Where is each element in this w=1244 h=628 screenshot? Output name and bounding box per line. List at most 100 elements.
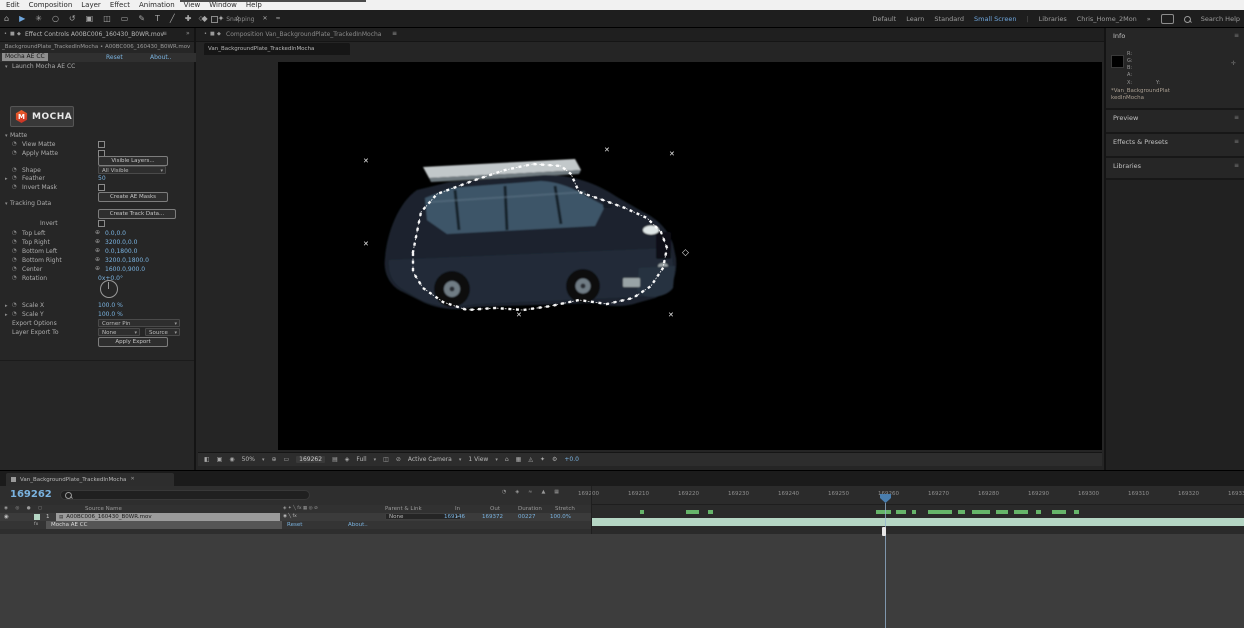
track-corner-marker[interactable]: ✕: [516, 312, 522, 319]
anchor-diamond-marker[interactable]: ◇: [682, 249, 689, 258]
top-right-value[interactable]: 3200.0,0.0: [105, 239, 137, 246]
stopwatch-icon[interactable]: ◔: [12, 175, 17, 181]
top-left-value[interactable]: 0.0,0.0: [105, 230, 126, 237]
eye-icon[interactable]: ◉: [4, 514, 9, 520]
center-value[interactable]: 1600.0,900.0: [105, 266, 145, 273]
graph-editor-icon[interactable]: ▦: [554, 490, 559, 495]
launch-mocha-button[interactable]: M MOCHA: [10, 106, 74, 127]
settings-gear-icon[interactable]: ⚙: [552, 457, 557, 463]
effect-name-cell[interactable]: Mocha AE CC: [46, 521, 282, 529]
roi-icon[interactable]: ⊕: [271, 457, 276, 463]
stopwatch-icon[interactable]: ◔: [12, 275, 17, 281]
menu-effect[interactable]: Effect: [110, 1, 130, 9]
view-matte-checkbox[interactable]: [98, 141, 105, 148]
bottom-right-value[interactable]: 3200.0,1800.0: [105, 257, 149, 264]
track-corner-marker[interactable]: ✕: [668, 312, 674, 319]
track-corner-marker[interactable]: ✕: [669, 151, 675, 158]
grid-and-guides-icon[interactable]: ◧: [204, 457, 210, 463]
crosshair-icon[interactable]: ⊕: [95, 238, 100, 245]
layer-stretch-value[interactable]: 100.0%: [550, 514, 571, 520]
workspace-libraries[interactable]: Libraries: [1039, 15, 1067, 23]
rotation-tool-icon[interactable]: ↺: [69, 15, 76, 23]
out-column[interactable]: Out: [490, 506, 500, 512]
draft-3d-icon[interactable]: ◈: [515, 490, 519, 495]
camera-dropdown[interactable]: Active Camera: [408, 456, 452, 463]
snapping-checkbox[interactable]: [211, 16, 218, 23]
effect-reset-link[interactable]: Reset: [287, 522, 302, 528]
stopwatch-icon[interactable]: ◔: [12, 311, 17, 317]
invert-checkbox[interactable]: [98, 220, 105, 227]
scale-x-value[interactable]: 100.0 %: [98, 302, 123, 309]
mask-shape-tool-icon[interactable]: ▭: [121, 15, 129, 23]
panel-overflow-icon[interactable]: »: [186, 31, 190, 37]
stopwatch-icon[interactable]: ◔: [12, 230, 17, 236]
feather-value[interactable]: 50: [98, 175, 106, 182]
menu-composition[interactable]: Composition: [29, 1, 73, 9]
effect-about-link[interactable]: About..: [348, 522, 368, 528]
workspace-custom[interactable]: Chris_Home_2Mon: [1077, 15, 1137, 23]
visible-layers-button[interactable]: Visible Layers...: [98, 156, 168, 166]
stopwatch-icon[interactable]: ◔: [12, 167, 17, 173]
effect-reset-link[interactable]: Reset: [106, 54, 123, 61]
shape-dropdown[interactable]: All Visible: [98, 166, 166, 174]
scale-y-value[interactable]: 100.0 %: [98, 311, 123, 318]
magnification-dropdown[interactable]: 50%: [242, 456, 255, 463]
menu-help[interactable]: Help: [246, 1, 262, 9]
stopwatch-icon[interactable]: ◔: [12, 184, 17, 190]
exposure-value[interactable]: +0.0: [564, 456, 579, 463]
launch-group-twirl[interactable]: ▾: [5, 64, 8, 70]
scale-y-twirl[interactable]: ▸: [5, 312, 8, 318]
zoom-tool-icon[interactable]: ○: [52, 15, 59, 23]
mask-toggle-icon[interactable]: ▣: [217, 457, 223, 463]
mini-flowchart-icon[interactable]: ◬: [528, 457, 533, 463]
stretch-column[interactable]: Stretch: [555, 506, 575, 512]
export-options-dropdown[interactable]: Corner Pin: [98, 319, 180, 327]
panel-menu-icon[interactable]: ≡: [392, 31, 397, 37]
hand-tool-icon[interactable]: ✳: [35, 15, 42, 23]
stopwatch-icon[interactable]: ◔: [12, 150, 17, 156]
effect-controls-tab[interactable]: Effect Controls A00BC006_160430_B0WR.mov: [25, 31, 164, 38]
layer-export-target-dropdown[interactable]: Source: [145, 328, 180, 336]
layer-export-dropdown[interactable]: None: [98, 328, 140, 336]
effect-row[interactable]: fx Mocha AE CC Reset About..: [0, 521, 591, 529]
layer-in-value[interactable]: 169146: [444, 514, 465, 520]
pixel-aspect-icon[interactable]: ◫: [383, 457, 389, 463]
motion-blur-icon[interactable]: ▲: [541, 490, 545, 495]
composition-tab[interactable]: Van_BackgroundPlate_TrackedInMocha: [204, 43, 350, 55]
menu-edit[interactable]: Edit: [6, 1, 20, 9]
stopwatch-icon[interactable]: ◔: [12, 257, 17, 263]
stopwatch-icon[interactable]: ◔: [12, 141, 17, 147]
preview-panel-bar[interactable]: Preview ≡: [1106, 108, 1244, 130]
home-icon[interactable]: ⌂: [4, 15, 9, 23]
effects-presets-panel-bar[interactable]: Effects & Presets ≡: [1106, 132, 1244, 154]
bottom-left-value[interactable]: 0.0,1800.0: [105, 248, 137, 255]
stopwatch-icon[interactable]: ◔: [12, 248, 17, 254]
parent-link-column[interactable]: Parent & Link: [385, 506, 422, 512]
composition-panel-title[interactable]: Composition Van_BackgroundPlate_TrackedI…: [226, 31, 381, 38]
layer-row[interactable]: ◉ 1 ▤ A00BC006_160430_B0WR.mov ◉ ╲ fx No…: [0, 513, 591, 521]
apps-badge-icon[interactable]: [1161, 14, 1174, 24]
duration-column[interactable]: Duration: [518, 506, 542, 512]
tracking-twirl[interactable]: ▾: [5, 201, 8, 207]
share-view-icon[interactable]: ⌂: [505, 457, 509, 463]
matte-twirl[interactable]: ▾: [5, 133, 8, 139]
menu-view[interactable]: View: [184, 1, 201, 9]
grid-icon[interactable]: ▦: [516, 457, 522, 463]
rotation-dial[interactable]: [100, 280, 118, 298]
show-snapshot-icon[interactable]: ◈: [345, 457, 350, 463]
panel-menu-icon[interactable]: ≡: [1234, 32, 1239, 39]
draft-3d-icon[interactable]: ✦: [540, 457, 545, 463]
source-name-column[interactable]: Source Name: [85, 506, 122, 512]
libraries-panel-bar[interactable]: Libraries ≡: [1106, 156, 1244, 178]
pen-tool-icon[interactable]: ✎: [138, 15, 145, 23]
panel-menu-icon[interactable]: ≡: [1234, 114, 1239, 121]
timeline-ruler[interactable]: 169200 169210 169220 169230 169240 16925…: [592, 486, 1244, 505]
layer-duration-bar[interactable]: [592, 518, 1244, 526]
type-tool-icon[interactable]: T: [155, 15, 160, 23]
crosshair-icon[interactable]: ⊕: [95, 229, 100, 236]
layer-duration-value[interactable]: 00227: [518, 514, 536, 520]
playhead-line[interactable]: [885, 503, 886, 628]
feather-twirl[interactable]: ▸: [5, 176, 8, 182]
panel-menu-icon[interactable]: ≡: [1234, 162, 1239, 169]
effect-name-badge[interactable]: Mocha AE CC: [2, 53, 48, 61]
